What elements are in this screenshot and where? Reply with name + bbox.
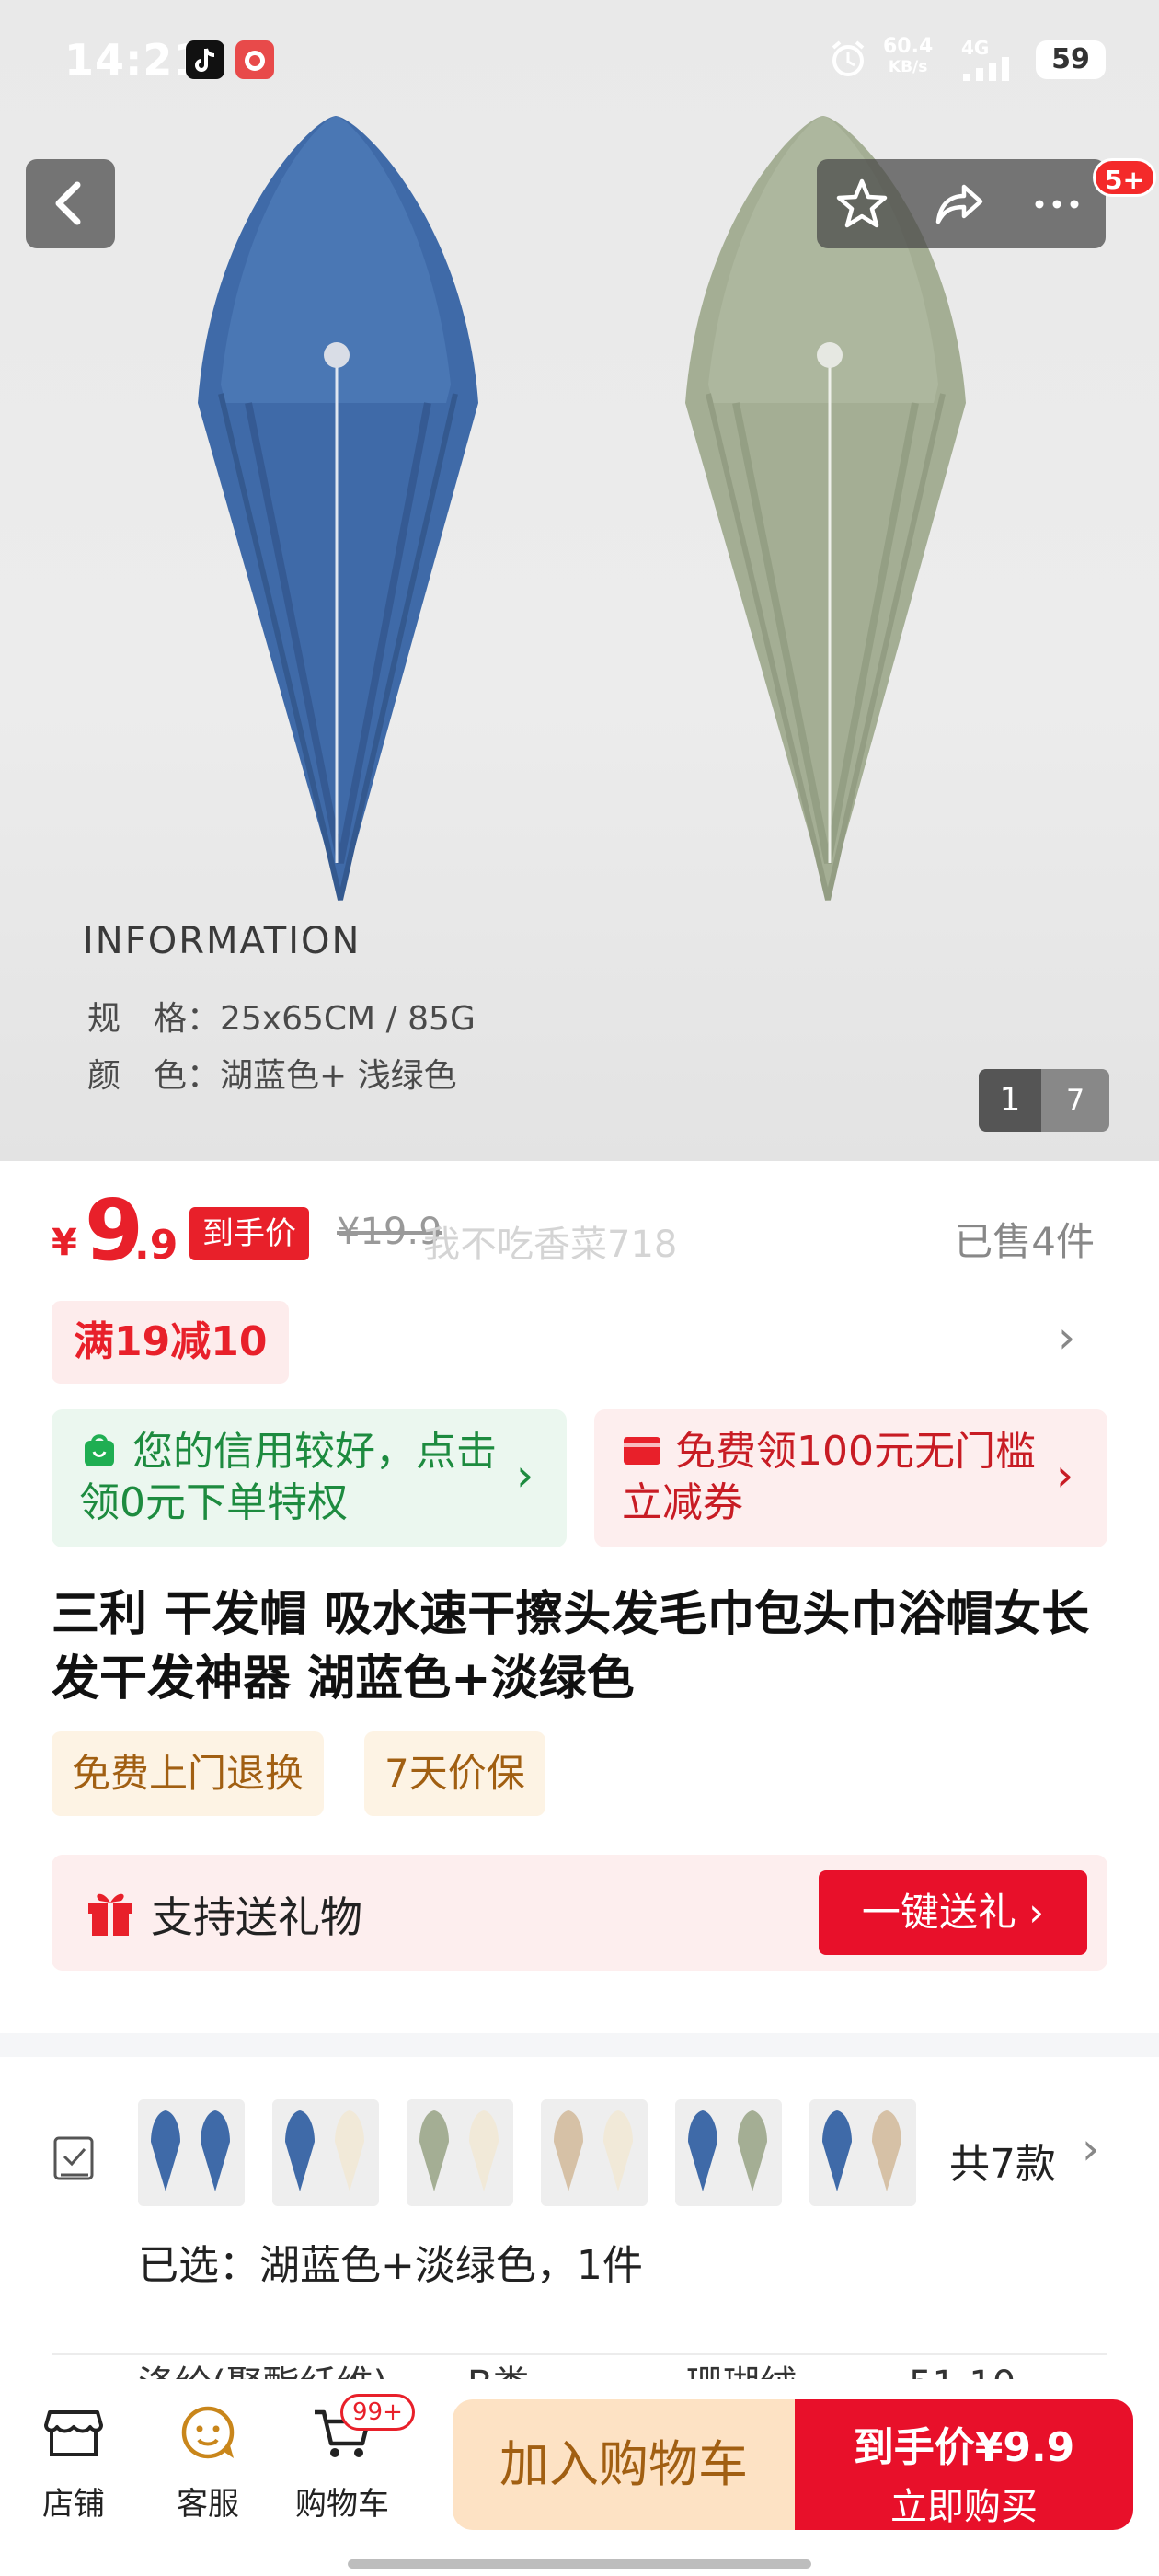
tab-shop[interactable]: 店铺 [18, 2399, 129, 2537]
watermark-text: 我不吃香菜718 [423, 1224, 678, 1266]
top-action-group [817, 159, 1106, 248]
image-page-counter: 1 7 [979, 1069, 1109, 1132]
alarm-icon [832, 40, 865, 76]
sold-count: 已售4件 [954, 1219, 1095, 1264]
promo-row[interactable]: 满19减10 › [0, 1290, 1159, 1391]
bottom-action-bar: 店铺 客服 购物车 99+ 加入购物车 到手价¥9.9 立即购买 [0, 2379, 1159, 2576]
status-indicators: 60.4 KB/s 4G 59 [828, 33, 1159, 85]
service-tag-return: 免费上门退换 [52, 1731, 325, 1816]
info-title: INFORMATION [83, 920, 361, 962]
network-type: 4G [961, 37, 990, 59]
tab-shop-label: 店铺 [42, 2486, 105, 2523]
sku-count: 共7款 [949, 2141, 1056, 2188]
tab-service[interactable]: 客服 [153, 2399, 263, 2537]
checklist-icon [53, 2136, 94, 2180]
star-icon[interactable] [833, 176, 890, 233]
currency-symbol: ¥ [52, 1222, 77, 1264]
section-divider [0, 2033, 1159, 2057]
cart-count-badge: 99+ [340, 2394, 415, 2431]
coupon-icon [624, 1437, 660, 1465]
page-total: 7 [1041, 1069, 1109, 1132]
sku-thumb-3[interactable] [407, 2099, 513, 2206]
network-speed: 60.4 KB/s [883, 35, 934, 77]
chevron-right-icon: › [516, 1450, 534, 1501]
status-time: 14:21 [64, 35, 204, 85]
color-line: 颜 色：湖蓝色+ 浅绿色 [87, 1057, 457, 1095]
sku-thumb-1[interactable] [138, 2099, 245, 2206]
sku-thumb-4[interactable] [541, 2099, 648, 2206]
tab-service-label: 客服 [177, 2486, 239, 2523]
sku-thumb-2[interactable] [272, 2099, 379, 2206]
product-title: 三利 干发帽 吸水速干擦头发毛巾包头巾浴帽女长发干发神器 湖蓝色+淡绿色 [52, 1587, 1090, 1707]
add-to-cart-button[interactable]: 加入购物车 [453, 2399, 795, 2530]
credit-card-text: 您的信用较好，点击领0元下单特权 [79, 1428, 497, 1526]
price-decimal: .9 [134, 1222, 178, 1269]
discount-tag: 满19减10 [52, 1301, 290, 1384]
tab-cart[interactable]: 购物车 99+ [287, 2394, 415, 2537]
coupon-card-text: 免费领100元无门槛立减券 [622, 1428, 1036, 1526]
page-current: 1 [979, 1069, 1041, 1132]
gift-label: 支持送礼物 [151, 1892, 362, 1942]
coupon-card[interactable]: 免费领100元无门槛立减券 › [594, 1409, 1107, 1547]
sku-thumb-5[interactable] [675, 2099, 782, 2206]
product-image-blue-towel [198, 116, 478, 901]
sku-selected: 已选：湖蓝色+淡绿色，1件 [138, 2242, 643, 2289]
chevron-right-icon: › [1058, 1312, 1076, 1363]
chevron-right-icon: › [1056, 1450, 1074, 1501]
tab-cart-label: 购物车 [295, 2486, 389, 2523]
buy-price-label: 到手价¥9.9 [853, 2424, 1075, 2471]
signal-icon [963, 57, 1009, 81]
chevron-right-icon: › [1082, 2123, 1100, 2175]
more-icon[interactable] [1028, 176, 1085, 233]
buy-now-label: 立即购买 [890, 2486, 1038, 2528]
final-price-tag: 到手价 [189, 1207, 309, 1260]
price-row: ¥ 9 .9 到手价 ¥19.9 我不吃香菜718 已售4件 [0, 1161, 1159, 1290]
home-indicator[interactable] [348, 2559, 811, 2569]
shopping-bag-icon [85, 1434, 114, 1466]
sku-thumb-6[interactable] [809, 2099, 916, 2206]
sku-selector[interactable]: 共7款 › 已选：湖蓝色+淡绿色，1件 [0, 2057, 1159, 2324]
shop-icon [44, 2410, 103, 2456]
credit-privilege-card[interactable]: 您的信用较好，点击领0元下单特权 › [52, 1409, 567, 1547]
send-gift-button[interactable]: 一键送礼 › [819, 1870, 1087, 1955]
gift-icon [88, 1893, 132, 1936]
spec-line: 规 格：25x65CM / 85G [87, 1000, 476, 1038]
gift-bar: 支持送礼物 一键送礼 › [52, 1855, 1107, 1971]
status-bar: 14:21 60.4 KB/s 4G 59 [0, 0, 1159, 120]
battery-indicator: 59 [1036, 40, 1106, 79]
buy-now-button[interactable]: 到手价¥9.9 立即购买 [795, 2399, 1133, 2530]
tiktok-icon [186, 40, 224, 79]
shopping-app-icon [235, 40, 274, 79]
service-tag-price-protect: 7天价保 [364, 1731, 545, 1816]
share-icon[interactable] [931, 176, 988, 233]
row-divider [52, 2353, 1107, 2355]
customer-service-icon [181, 2406, 235, 2459]
back-button[interactable] [26, 159, 115, 248]
chevron-left-icon [55, 181, 81, 225]
notification-badge: 5+ [1093, 158, 1156, 197]
